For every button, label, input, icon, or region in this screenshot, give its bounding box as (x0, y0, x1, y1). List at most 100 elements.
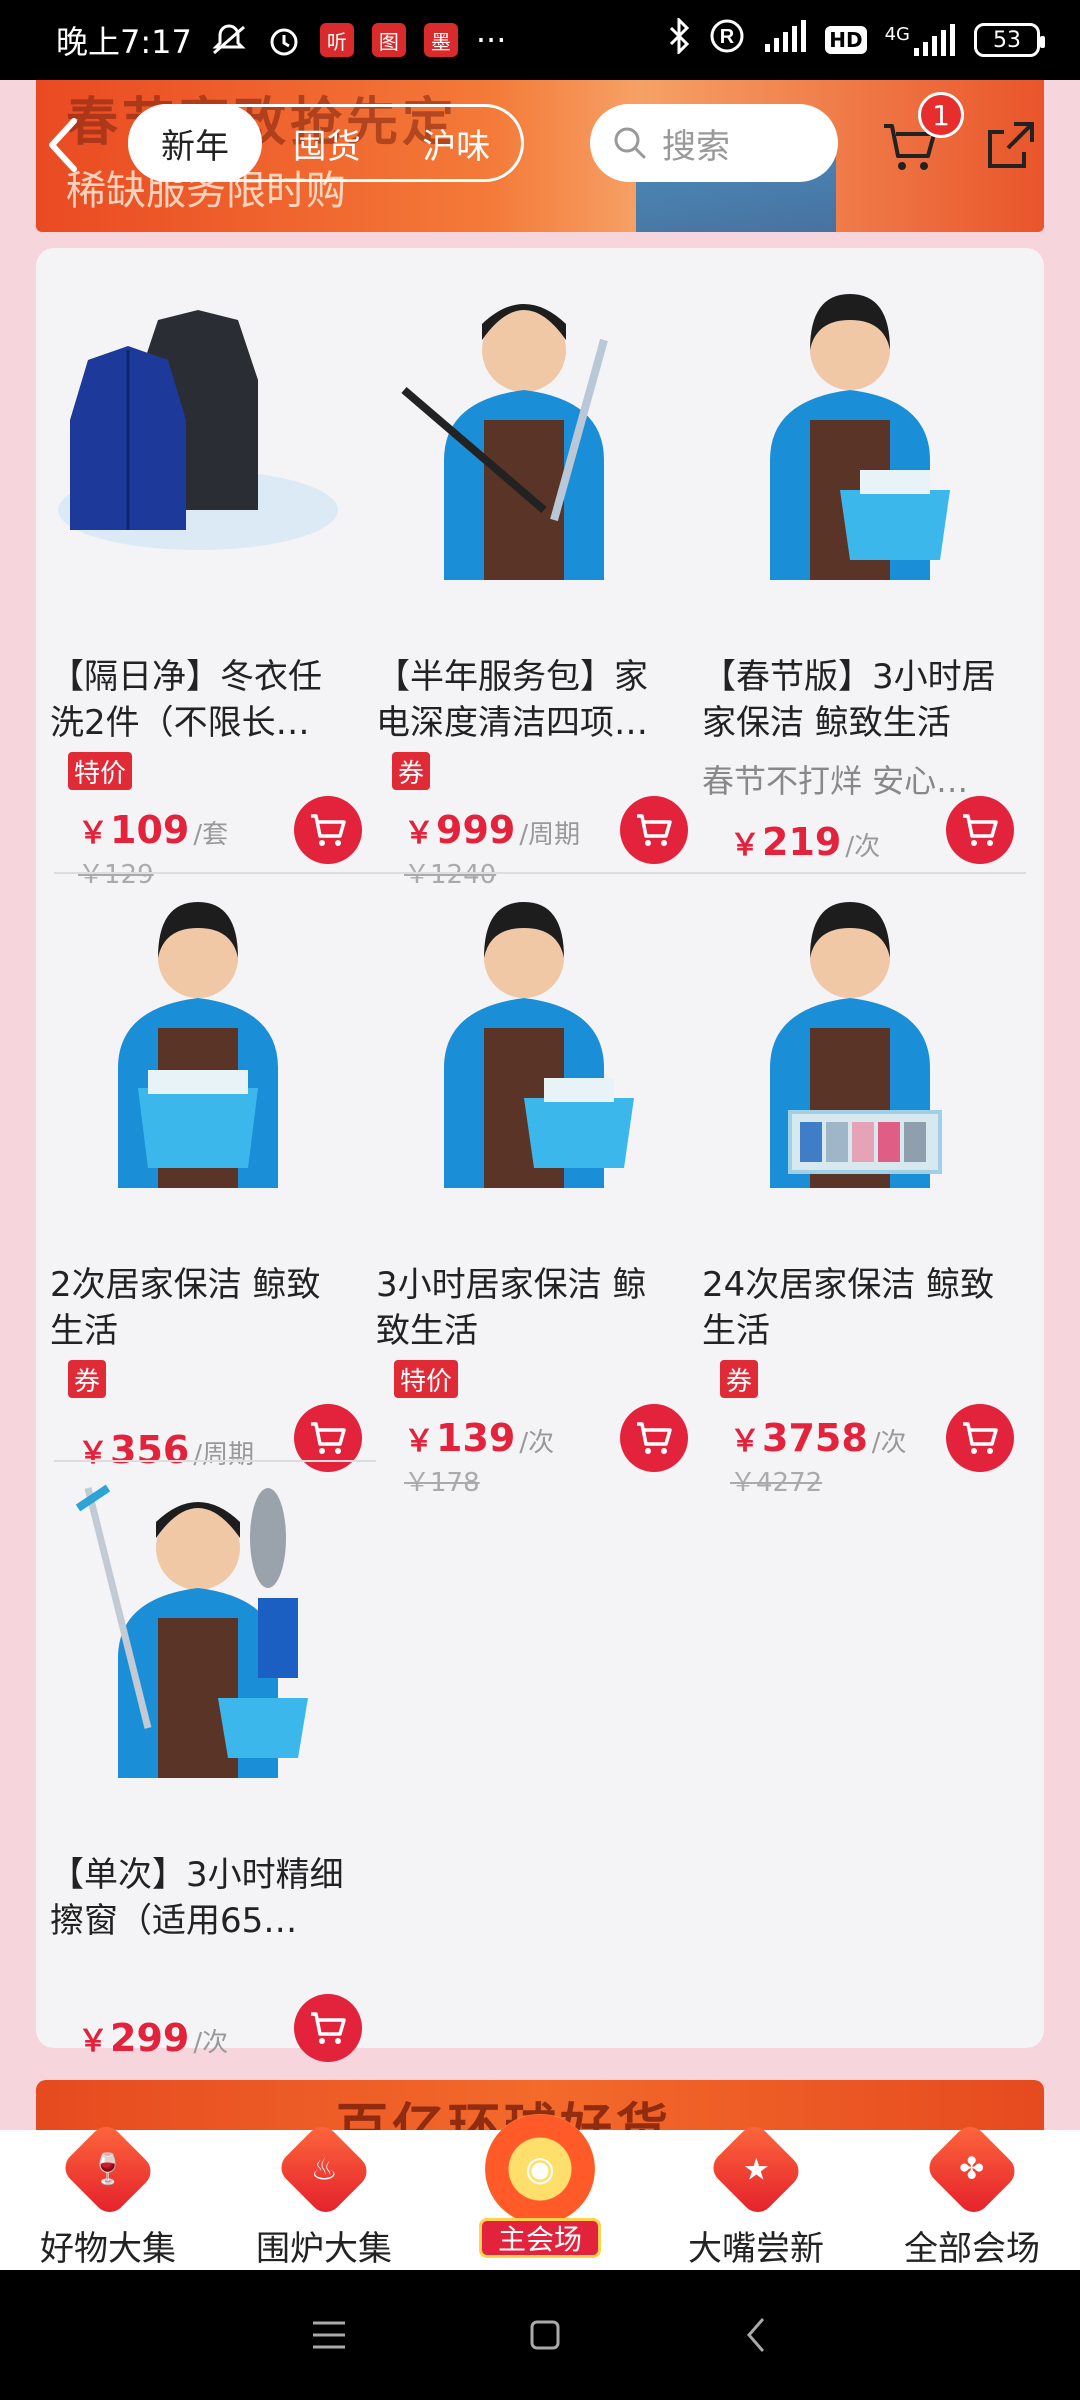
product-price: ￥ 356/周期 (78, 1428, 254, 1472)
search-placeholder: 搜索 (662, 126, 730, 167)
product-name: 【隔日净】冬衣任洗2件（不限长… (50, 657, 322, 743)
star-icon: ★ (706, 2120, 806, 2219)
currency-symbol: ￥ (404, 816, 434, 851)
product-card[interactable]: 24次居家保洁 鲸致生活 券 ￥ 3758/次 ￥4272 (688, 888, 1014, 1498)
battery-indicator: 53 (974, 23, 1045, 57)
product-image-cleaner-woman (770, 294, 950, 580)
currency-symbol: ￥ (78, 816, 108, 851)
price-unit: /周期 (519, 820, 581, 850)
home-icon[interactable] (527, 2317, 563, 2353)
app-notification-icon: 图 (371, 23, 406, 57)
app-notification-icon: 听 (319, 23, 354, 57)
product-image-winter-coats (58, 310, 338, 550)
price-value: 356 (110, 1428, 190, 1472)
row-divider (54, 872, 1026, 874)
add-to-cart-button[interactable] (620, 1404, 688, 1472)
nav-label: 好物大集 (40, 2229, 176, 2269)
hd-icon: HD (825, 26, 867, 54)
alarm-icon (266, 22, 302, 58)
add-to-cart-button[interactable] (294, 1994, 362, 2062)
product-card[interactable]: 【单次】3小时精细擦窗（适用65… ￥ 299/次 (36, 1478, 362, 2068)
product-card[interactable]: 2次居家保洁 鲸致生活 券 ￥ 356/周期 (36, 888, 362, 1478)
search-input[interactable]: 搜索 (590, 104, 838, 182)
product-card[interactable]: 【春节版】3小时居家保洁 鲸致生活 春节不打烊 安心… ￥ 219/次 (688, 280, 1014, 870)
add-to-cart-button[interactable] (946, 796, 1014, 864)
currency-symbol: ￥ (730, 1424, 760, 1459)
add-to-cart-button[interactable] (946, 1404, 1014, 1472)
more-notifications: ··· (475, 21, 507, 59)
product-image-window-cleaner (75, 1484, 308, 1778)
nav-item-hotpot-market[interactable]: ♨ 围炉大集 (216, 2120, 432, 2270)
product-subtitle: 春节不打烊 安心… (702, 762, 969, 800)
add-to-cart-button[interactable] (620, 796, 688, 864)
back-arrow-icon[interactable] (44, 115, 84, 175)
bluetooth-icon (667, 16, 691, 62)
tab-stock-up[interactable]: 囤货 (262, 104, 392, 182)
product-image-cleaner-woman (444, 902, 634, 1188)
menu-icon[interactable] (309, 2317, 349, 2353)
product-card[interactable]: 【隔日净】冬衣任洗2件（不限长… 特价 ￥ 109/套 ￥129 (36, 280, 362, 890)
nav-item-all-venues[interactable]: ✤ 全部会场 (864, 2120, 1080, 2270)
main-venue-icon: ◉ (485, 2114, 595, 2224)
search-icon (614, 127, 646, 159)
product-grid: 【隔日净】冬衣任洗2件（不限长… 特价 ￥ 109/套 ￥129 【半年服务包】家… (36, 248, 1044, 2062)
cart-icon (963, 814, 998, 846)
tab-new-year[interactable]: 新年 (128, 104, 262, 182)
price-unit: /次 (519, 1428, 555, 1458)
nav-label: 主会场 (478, 2218, 601, 2258)
cart-badge: 1 (918, 92, 964, 138)
special-price-tag: 特价 (68, 752, 133, 790)
cart-icon (311, 814, 346, 846)
product-price: ￥ 3758/次 (730, 1416, 907, 1460)
currency-symbol: ￥ (730, 828, 760, 863)
price-value: 219 (762, 820, 842, 864)
product-card[interactable]: 3小时居家保洁 鲸致生活 特价 ￥ 139/次 ￥178 (362, 888, 688, 1498)
nav-label: 围炉大集 (256, 2229, 392, 2269)
price-unit: /次 (845, 832, 881, 862)
clover-icon: ✤ (922, 2120, 1022, 2219)
price-value: 3758 (762, 1416, 868, 1460)
registered-icon: R (709, 18, 745, 62)
product-image-cleaner-woman (118, 902, 278, 1188)
price-unit: /次 (193, 2028, 229, 2058)
price-value: 299 (110, 2016, 190, 2060)
app-notification-icon: 墨 (423, 23, 458, 57)
cart-icon (963, 1422, 998, 1454)
wine-glass-icon: 🍷 (58, 2120, 158, 2219)
cart-icon (311, 2012, 346, 2044)
price-value: 109 (110, 808, 190, 852)
coupon-tag: 券 (720, 1360, 759, 1398)
add-to-cart-button[interactable] (294, 796, 362, 864)
product-image-cleaner-man (401, 304, 608, 580)
product-price: ￥ 219/次 (730, 820, 880, 864)
nav-item-taste-new[interactable]: ★ 大嘴尝新 (648, 2120, 864, 2270)
signal-icon (763, 20, 807, 60)
price-unit: /套 (193, 820, 229, 850)
tab-shanghai-flavor[interactable]: 沪味 (392, 104, 522, 182)
product-price: ￥ 109/套 (78, 808, 228, 852)
nav-item-good-things-market[interactable]: 🍷 好物大集 (0, 2120, 216, 2270)
cart-icon (637, 814, 672, 846)
status-bar: 晚上7:17 听 图 墨 ··· R HD 4G 53 (0, 0, 1080, 80)
price-unit: /周期 (193, 1440, 255, 1470)
product-image-cleaner-woman-towels (770, 902, 942, 1188)
currency-symbol: ￥ (78, 2024, 108, 2059)
product-card[interactable]: 【半年服务包】家电深度清洁四项… 券 ￥ 999/周期 ￥1240 (362, 280, 688, 890)
nav-label: 大嘴尝新 (688, 2229, 824, 2269)
category-tabs: 新年 囤货 沪味 (128, 104, 524, 182)
product-name: 【春节版】3小时居家保洁 鲸致生活 (702, 657, 996, 743)
product-price: ￥ 299/次 (78, 2016, 228, 2060)
share-icon[interactable] (984, 116, 1040, 172)
currency-symbol: ￥ (78, 1436, 108, 1471)
currency-symbol: ￥ (404, 1424, 434, 1459)
nav-item-main-venue[interactable]: ◉ 主会场 (432, 2114, 648, 2270)
original-price: ￥4272 (730, 1468, 823, 1498)
cart-icon (637, 1422, 672, 1454)
product-name: 【半年服务包】家电深度清洁四项… (376, 657, 648, 743)
hotpot-icon: ♨ (274, 2120, 374, 2219)
product-price: ￥ 139/次 (404, 1416, 554, 1460)
network-signal: 4G (885, 24, 956, 56)
coupon-tag: 券 (392, 752, 431, 790)
price-value: 999 (436, 808, 516, 852)
back-icon[interactable] (741, 2315, 771, 2355)
